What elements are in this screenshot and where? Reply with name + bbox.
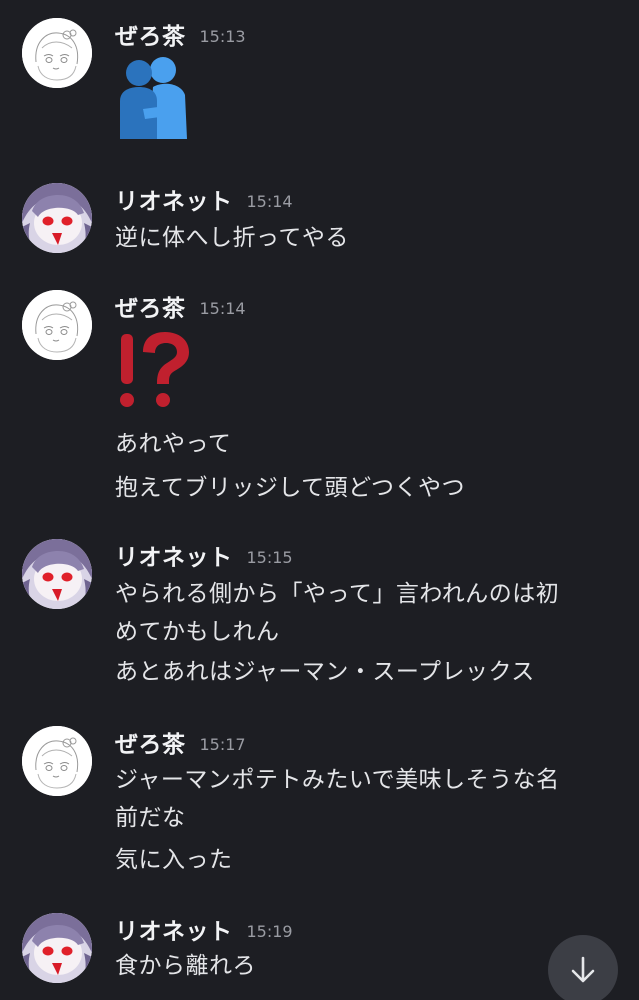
message-text: 逆に体へし折ってやる [115, 225, 349, 251]
sketch-avatar-icon [22, 18, 92, 88]
message-text: 食から離れろ [115, 953, 256, 979]
avatar-zerocha[interactable] [22, 726, 92, 796]
author-name[interactable]: リオネット [115, 919, 233, 945]
message-text: めてかもしれん [115, 619, 280, 645]
message-group: リオネット 15:15 やられる側から「やって」言われんのは初 めてかもしれん あ… [0, 539, 639, 699]
message-text: 抱えてブリッジして頭どつくやつ [115, 475, 465, 501]
message-text: 前だな [115, 805, 186, 831]
message-group: ぜろ茶 15:17 ジャーマンポテトみたいで美味しそうな名 前だな 気に入った [0, 726, 639, 886]
avatar-rionet[interactable] [22, 183, 92, 253]
message-text: あとあれはジャーマン・スープレックス [115, 659, 535, 685]
people-hugging-emoji [115, 55, 189, 143]
scroll-to-bottom-button[interactable] [548, 935, 618, 1000]
avatar-zerocha[interactable] [22, 18, 92, 88]
message-text: 気に入った [115, 847, 233, 873]
timestamp: 15:14 [199, 299, 246, 318]
message-text: やられる側から「やって」言われんのは初 [115, 581, 560, 607]
sketch-avatar-icon [22, 726, 92, 796]
avatar-rionet[interactable] [22, 913, 92, 983]
timestamp: 15:13 [199, 27, 246, 46]
sketch-avatar-icon [22, 290, 92, 360]
timestamp: 15:14 [246, 192, 293, 211]
message-header: ぜろ茶 15:13 [115, 20, 246, 54]
message-group: ぜろ茶 15:14 あれやって 抱えてブリッジして頭どつくやつ [0, 290, 639, 520]
message-header: ぜろ茶 15:17 [115, 728, 246, 762]
avatar-zerocha[interactable] [22, 290, 92, 360]
timestamp: 15:15 [246, 548, 293, 567]
arrow-down-icon [571, 956, 595, 983]
anime-girl-avatar-icon [22, 183, 92, 253]
message-group: リオネット 15:14 逆に体へし折ってやる [0, 183, 639, 268]
author-name[interactable]: ぜろ茶 [115, 296, 186, 322]
timestamp: 15:17 [199, 735, 246, 754]
message-group: ぜろ茶 15:13 [0, 18, 639, 158]
message-header: リオネット 15:15 [115, 541, 293, 575]
message-header: ぜろ茶 15:14 [115, 292, 246, 326]
author-name[interactable]: ぜろ茶 [115, 24, 186, 50]
author-name[interactable]: リオネット [115, 189, 233, 215]
message-header: リオネット 15:14 [115, 185, 293, 219]
message-header: リオネット 15:19 [115, 915, 293, 949]
exclamation-question-emoji [115, 330, 195, 414]
author-name[interactable]: ぜろ茶 [115, 732, 186, 758]
message-text: ジャーマンポテトみたいで美味しそうな名 [115, 767, 560, 793]
avatar-rionet[interactable] [22, 539, 92, 609]
timestamp: 15:19 [246, 922, 293, 941]
chat-message-list[interactable]: ぜろ茶 15:13 リオネット 15:14 逆に体へし折ってやる ぜろ茶 15:… [0, 0, 639, 1000]
message-text: あれやって [115, 431, 232, 457]
message-group: リオネット 15:19 食から離れろ [0, 913, 639, 1000]
anime-girl-avatar-icon [22, 913, 92, 983]
anime-girl-avatar-icon [22, 539, 92, 609]
author-name[interactable]: リオネット [115, 545, 233, 571]
